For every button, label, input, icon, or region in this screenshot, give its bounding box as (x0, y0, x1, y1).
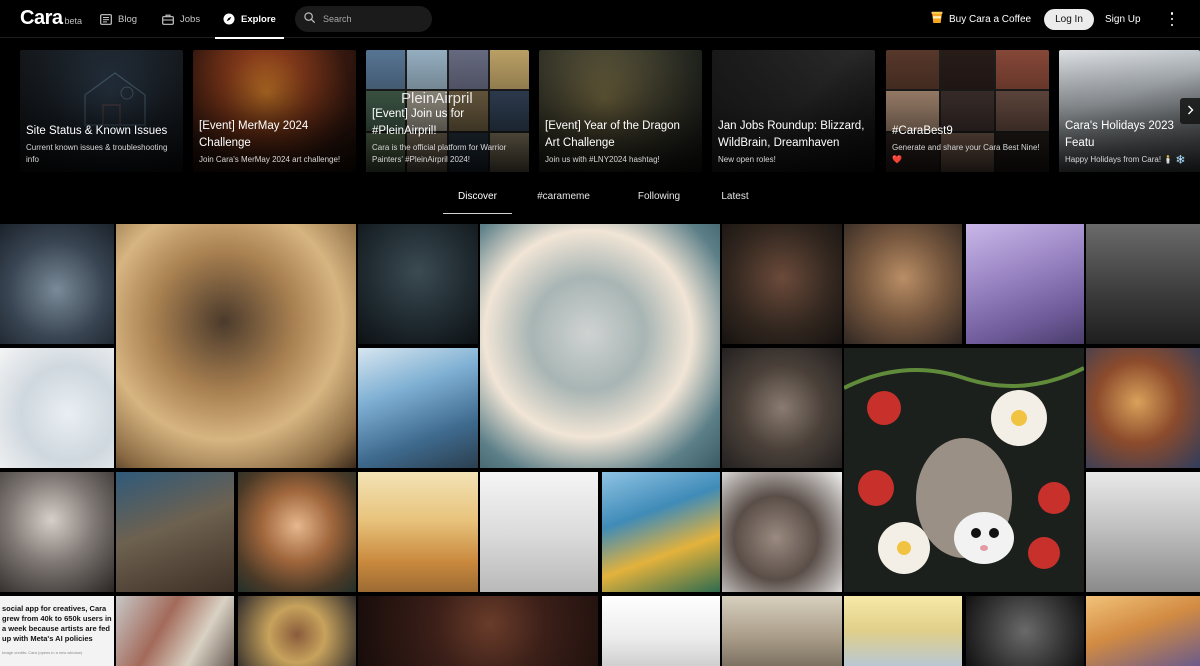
artwork-tile[interactable] (1086, 224, 1200, 344)
more-options-icon[interactable] (1168, 12, 1176, 26)
artwork-tile[interactable] (358, 224, 478, 344)
artwork-tile[interactable] (116, 472, 234, 592)
artwork-tile[interactable] (722, 596, 842, 666)
nav-jobs[interactable]: Jobs (162, 0, 200, 38)
blog-icon (100, 13, 112, 25)
artwork-tile[interactable] (0, 224, 114, 344)
nav-explore[interactable]: Explore (215, 0, 284, 39)
artwork-tile[interactable] (0, 472, 114, 592)
artwork-tile[interactable] (1086, 472, 1200, 592)
search-bar[interactable] (295, 6, 432, 32)
beta-badge: beta (64, 16, 83, 26)
featured-card-dragon-challenge[interactable]: [Event] Year of the Dragon Art Challenge… (539, 50, 702, 172)
search-input[interactable] (323, 14, 418, 24)
featured-card-subtitle: Join Cara's MerMay 2024 art challenge! (199, 155, 341, 164)
top-navigation-bar: Cara beta Blog Jobs Explore Buy Cara a C… (0, 0, 1200, 39)
featured-card-title: Site Status & Known Issues (26, 125, 168, 137)
signup-link[interactable]: Sign Up (1105, 9, 1141, 30)
tab-following[interactable]: Following (615, 178, 703, 214)
featured-card-holidays[interactable]: Cara's Holidays 2023 Featu Happy Holiday… (1059, 50, 1200, 172)
artwork-tile[interactable] (966, 224, 1084, 344)
compass-icon (223, 13, 235, 25)
briefcase-icon (162, 14, 174, 25)
artwork-tile-large[interactable] (116, 224, 356, 468)
news-artwork-tile[interactable]: social app for creatives, Cara grew from… (0, 596, 114, 666)
opossum-strawberry-art-icon (844, 348, 1084, 592)
artwork-tile[interactable] (116, 596, 234, 666)
nav-explore-label: Explore (241, 13, 276, 25)
artwork-tile[interactable] (966, 596, 1084, 666)
tab-carameme[interactable]: #carameme (512, 178, 615, 214)
featured-card-title: [Event] Join us for #PleinAirpril! (372, 108, 465, 137)
artwork-tile[interactable] (238, 596, 356, 666)
featured-card-title: [Event] Year of the Dragon Art Challenge (545, 120, 680, 149)
tab-latest[interactable]: Latest (703, 178, 767, 214)
featured-card-site-status[interactable]: Site Status & Known Issues Current known… (20, 50, 183, 172)
artwork-tile[interactable] (844, 596, 962, 666)
pleinairpril-overlay-text: PleinAirpril (401, 90, 473, 107)
artwork-tile[interactable] (1086, 596, 1200, 666)
artwork-tile[interactable] (722, 348, 842, 468)
featured-card-title: [Event] MerMay 2024 Challenge (199, 120, 309, 149)
featured-card-subtitle: Cara is the official platform for Warrio… (372, 143, 507, 164)
featured-card-title: Cara's Holidays 2023 Featu (1065, 120, 1174, 149)
featured-card-jobs-roundup[interactable]: Jan Jobs Roundup: Blizzard, WildBrain, D… (712, 50, 875, 172)
featured-card-title: Jan Jobs Roundup: Blizzard, WildBrain, D… (718, 120, 865, 149)
chevron-right-icon (1187, 102, 1194, 120)
logo-wordmark[interactable]: Cara (20, 7, 63, 30)
nav-blog-label: Blog (118, 13, 138, 25)
featured-card-subtitle: Generate and share your Cara Best Nine! … (892, 143, 1040, 164)
nav-blog[interactable]: Blog (100, 0, 137, 38)
news-headline: social app for creatives, Cara grew from… (2, 604, 112, 643)
feed-tabs: Discover #carameme Following Latest (443, 178, 767, 214)
artwork-tile[interactable] (238, 472, 356, 592)
artwork-tile[interactable] (722, 224, 842, 344)
artwork-tile[interactable] (844, 224, 962, 344)
nav-jobs-label: Jobs (180, 13, 201, 25)
artwork-tile[interactable] (480, 472, 598, 592)
artwork-tile[interactable] (358, 596, 598, 666)
artwork-tile[interactable] (358, 472, 478, 592)
artwork-tile[interactable] (602, 596, 720, 666)
tab-discover[interactable]: Discover (443, 178, 512, 214)
news-caption: Image credits: Cara (opens in a new wind… (2, 650, 83, 655)
featured-card-subtitle: Join us with #LNY2024 hashtag! (545, 155, 660, 164)
artwork-tile[interactable] (358, 348, 478, 468)
artwork-tile-large[interactable] (844, 348, 1084, 592)
carousel-next-button[interactable] (1180, 98, 1200, 124)
artwork-tile-large[interactable] (480, 224, 720, 468)
artwork-tile[interactable] (1086, 348, 1200, 468)
coffee-cup-icon (931, 11, 943, 27)
featured-card-carabest9[interactable]: #CaraBest9 Generate and share your Cara … (886, 50, 1049, 172)
featured-card-subtitle: New open roles! (718, 155, 776, 164)
search-icon (304, 10, 315, 28)
artwork-tile[interactable] (602, 472, 720, 592)
featured-card-subtitle: Happy Holidays from Cara! 🕯️ ❄️ (1065, 155, 1186, 164)
artwork-tile[interactable] (0, 348, 114, 468)
cara-logo[interactable]: Cara beta (20, 7, 82, 30)
buy-coffee-link[interactable]: Buy Cara a Coffee (931, 0, 1031, 38)
featured-card-subtitle: Current known issues & troubleshooting i… (26, 143, 168, 164)
featured-carousel: Site Status & Known Issues Current known… (20, 50, 1200, 172)
featured-card-mermay[interactable]: [Event] MerMay 2024 Challenge Join Cara'… (193, 50, 356, 172)
buy-coffee-label: Buy Cara a Coffee (949, 13, 1032, 25)
featured-card-pleinairpril[interactable]: PleinAirpril [Event] Join us for #PleinA… (366, 50, 529, 172)
artwork-tile[interactable] (722, 472, 842, 592)
artwork-gallery: social app for creatives, Cara grew from… (0, 224, 1200, 666)
featured-card-title: #CaraBest9 (892, 125, 953, 137)
login-button[interactable]: Log In (1044, 9, 1094, 30)
